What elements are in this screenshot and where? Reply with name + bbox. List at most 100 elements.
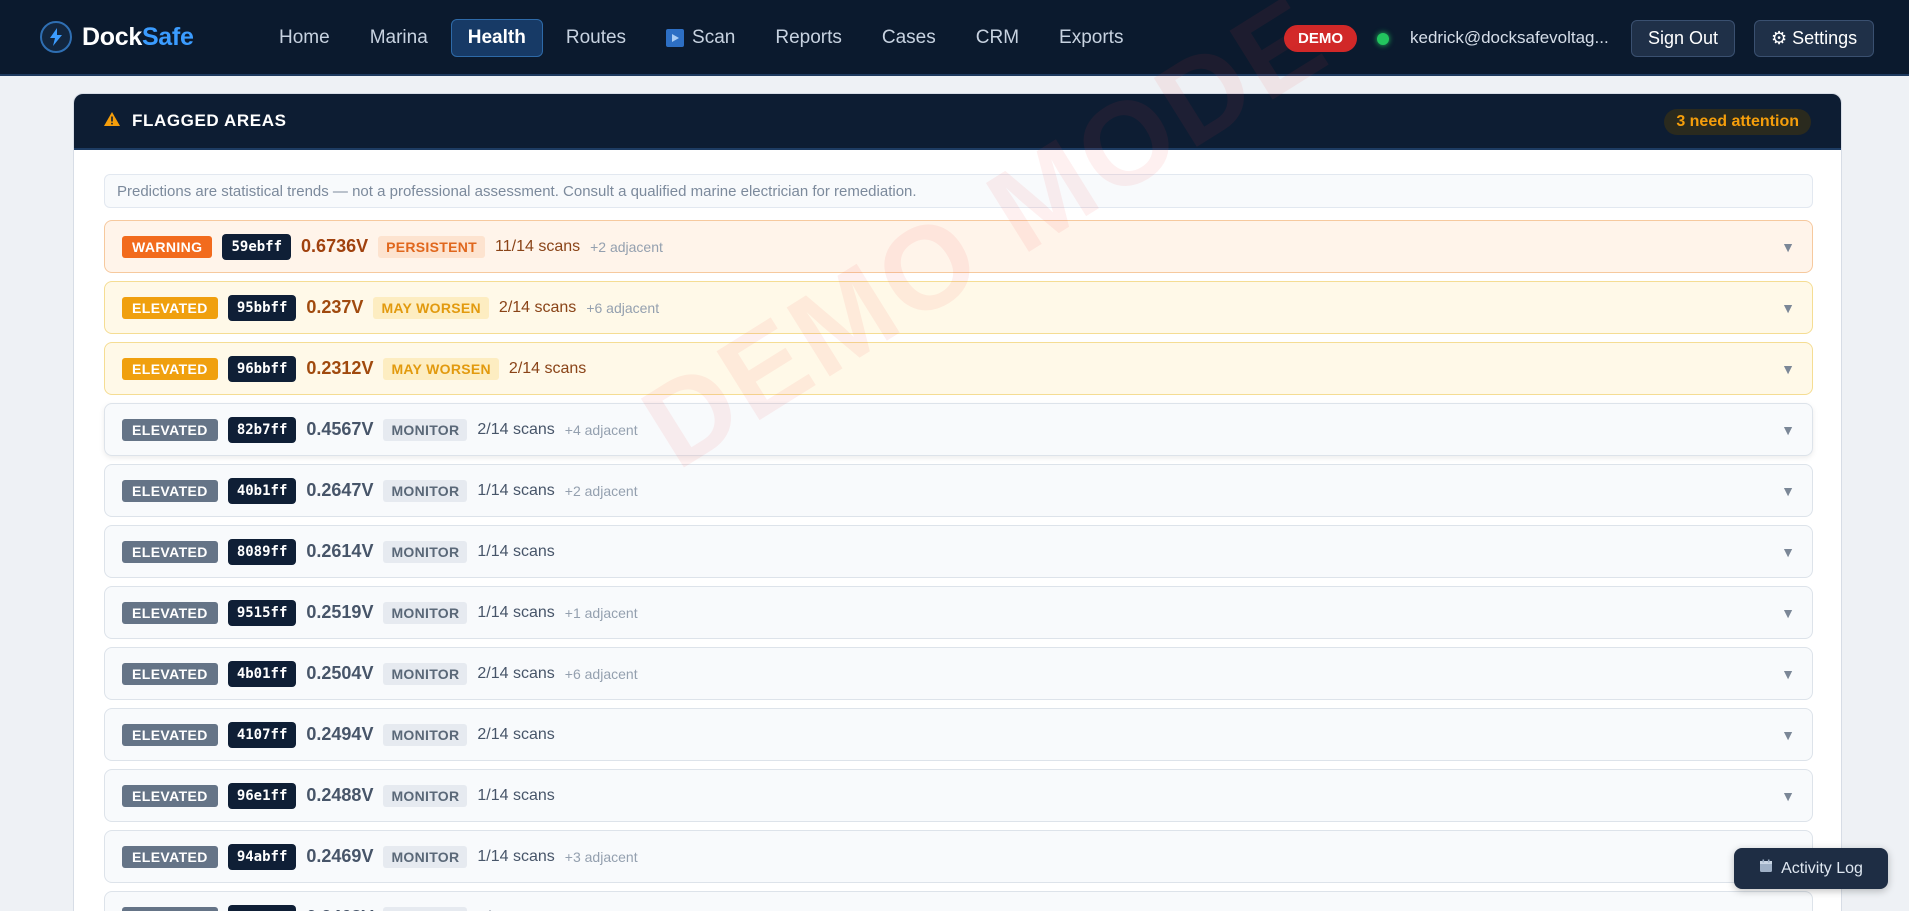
area-code: 96bbff [227, 355, 297, 382]
scan-count: 2/14 scans [498, 298, 577, 316]
trend-badge: MONITOR [383, 662, 468, 685]
nav-crm[interactable]: CRM [959, 19, 1036, 57]
nav-exports[interactable]: Exports [1042, 19, 1140, 57]
expand-chevron-icon[interactable]: ▼ [1781, 544, 1795, 560]
brand-name: DockSafe [82, 22, 194, 51]
voltage-value: 0.2312V [306, 358, 374, 378]
area-code: 8089ff [227, 538, 297, 565]
trend-badge: MONITOR [383, 906, 468, 911]
trend-badge: PERSISTENT [378, 235, 486, 258]
adjacent-count: +2 adjacent [590, 238, 663, 255]
voltage-value: 0.2469V [306, 846, 374, 866]
scan-count: 2/14 scans [477, 725, 555, 743]
flagged-area-row[interactable]: ELEVATED 96bbff 0.2312V MAY WORSEN 2/14 scan… [104, 342, 1813, 395]
area-code: 9515ff [227, 599, 297, 626]
expand-chevron-icon[interactable]: ▼ [1781, 727, 1795, 743]
flagged-area-row[interactable]: WARNING 59ebff 0.6736V PERSISTENT 11/14 scan… [104, 220, 1813, 273]
trend-badge: MONITOR [383, 540, 468, 563]
area-code: 40b1ff [227, 477, 297, 504]
settings-button[interactable]: ⚙ Settings [1754, 20, 1875, 57]
expand-chevron-icon[interactable]: ▼ [1781, 666, 1795, 682]
flagged-area-row[interactable]: ELEVATED 95bbff 0.237V MAY WORSEN 2/14 scans… [104, 281, 1813, 334]
voltage-value: 0.2504V [306, 663, 374, 683]
panel-title: FLAGGED AREAS [132, 111, 287, 130]
top-navbar: DockSafe Home Marina Health Routes Scan … [0, 0, 1909, 76]
nav-health[interactable]: Health [450, 19, 543, 57]
expand-chevron-icon[interactable]: ▼ [1781, 483, 1795, 499]
area-code: 4107ff [227, 721, 297, 748]
severity-badge: ELEVATED [122, 540, 218, 563]
severity-badge: ELEVATED [122, 723, 218, 746]
nav-home[interactable]: Home [262, 19, 347, 57]
area-code: 59ebff [222, 233, 292, 260]
adjacent-count: +2 adjacent [564, 482, 638, 499]
scan-count: 2/14 scans [477, 664, 555, 682]
flagged-area-row[interactable]: ELEVATED 4107ff 0.2494V MONITOR 2/14 scans ▼ [104, 708, 1813, 761]
attention-badge: 3 need attention [1664, 109, 1811, 135]
adjacent-count: +1 adjacent [564, 604, 638, 621]
severity-badge: WARNING [122, 235, 213, 258]
voltage-value: 0.2468V [306, 907, 373, 911]
area-code: 4c20ff [227, 904, 297, 911]
expand-chevron-icon[interactable]: ▼ [1781, 239, 1795, 255]
scan-count: 1/14 scans [477, 481, 555, 499]
voltage-value: 0.2494V [306, 724, 374, 744]
activity-log-button[interactable]: Activity Log [1734, 848, 1888, 889]
nav-cases[interactable]: Cases [865, 19, 953, 57]
expand-chevron-icon[interactable]: ▼ [1781, 422, 1795, 438]
disclaimer-note: Predictions are statistical trends — not… [104, 174, 1813, 208]
severity-badge: ELEVATED [122, 906, 218, 911]
scan-count: 11/14 scans [495, 237, 581, 255]
area-code: 82b7ff [227, 416, 297, 443]
nav-routes[interactable]: Routes [549, 19, 643, 57]
nav-reports[interactable]: Reports [758, 19, 859, 57]
panel-header: FLAGGED AREAS 3 need attention [74, 94, 1841, 150]
flagged-area-row[interactable]: ELEVATED 4b01ff 0.2504V MONITOR 2/14 scans +6… [104, 647, 1813, 700]
voltage-value: 0.6736V [301, 236, 369, 256]
flagged-area-row[interactable]: ELEVATED 40b1ff 0.2647V MONITOR 1/14 scans +2… [104, 464, 1813, 517]
expand-chevron-icon[interactable]: ▼ [1781, 361, 1795, 377]
severity-badge: ELEVATED [122, 418, 218, 441]
trend-badge: MONITOR [383, 418, 468, 441]
voltage-value: 0.2519V [306, 602, 374, 622]
voltage-value: 0.2614V [306, 541, 374, 561]
scan-count: 1/14 scans [477, 542, 555, 560]
scan-count: 1/14 scans [477, 847, 555, 865]
trend-badge: MONITOR [383, 723, 468, 746]
sign-out-button[interactable]: Sign Out [1631, 20, 1736, 57]
demo-badge: DEMO [1284, 25, 1357, 52]
flagged-area-row[interactable]: ELEVATED 8089ff 0.2614V MONITOR 1/14 scans ▼ [104, 525, 1813, 578]
adjacent-count: +4 adjacent [564, 421, 638, 438]
adjacent-count: +6 adjacent [564, 665, 638, 682]
expand-chevron-icon[interactable]: ▼ [1781, 605, 1795, 621]
scan-count: 2/14 scans [477, 420, 555, 438]
nav-marina[interactable]: Marina [353, 19, 445, 57]
nav-scan[interactable]: Scan [649, 19, 752, 57]
trend-badge: MONITOR [383, 845, 468, 868]
area-code: 96e1ff [227, 782, 297, 809]
trend-badge: MAY WORSEN [373, 296, 489, 319]
flagged-area-row[interactable]: ELEVATED 94abff 0.2469V MONITOR 1/14 scans +3… [104, 830, 1813, 883]
area-code: 4b01ff [227, 660, 297, 687]
user-email: kedrick@docksafevoltag... [1410, 28, 1609, 47]
trend-badge: MONITOR [383, 601, 468, 624]
severity-badge: ELEVATED [122, 357, 218, 380]
severity-badge: ELEVATED [122, 601, 218, 624]
severity-badge: ELEVATED [122, 845, 218, 868]
trend-badge: MONITOR [383, 479, 468, 502]
severity-badge: ELEVATED [122, 479, 218, 502]
scan-count: 1/14 scans [477, 603, 555, 621]
flagged-area-list: WARNING 59ebff 0.6736V PERSISTENT 11/14 scan… [104, 220, 1813, 911]
flagged-area-row[interactable]: ELEVATED 82b7ff 0.4567V MONITOR 2/14 scans +4… [104, 403, 1813, 456]
expand-chevron-icon[interactable]: ▼ [1781, 788, 1795, 804]
online-status-dot [1377, 33, 1389, 45]
area-code: 95bbff [227, 294, 297, 321]
brand[interactable]: DockSafe [40, 21, 194, 53]
scan-count: 2/14 scans [508, 359, 587, 377]
flagged-area-row[interactable]: ELEVATED4c20ff0.2468VMONITOR1/14 scans+1… [104, 891, 1813, 911]
flagged-area-row[interactable]: ELEVATED 9515ff 0.2519V MONITOR 1/14 scans +1… [104, 586, 1813, 639]
flagged-area-row[interactable]: ELEVATED 96e1ff 0.2488V MONITOR 1/14 scans ▼ [104, 769, 1813, 822]
expand-chevron-icon[interactable]: ▼ [1781, 300, 1795, 316]
trend-badge: MONITOR [383, 784, 468, 807]
voltage-value: 0.2647V [306, 480, 374, 500]
